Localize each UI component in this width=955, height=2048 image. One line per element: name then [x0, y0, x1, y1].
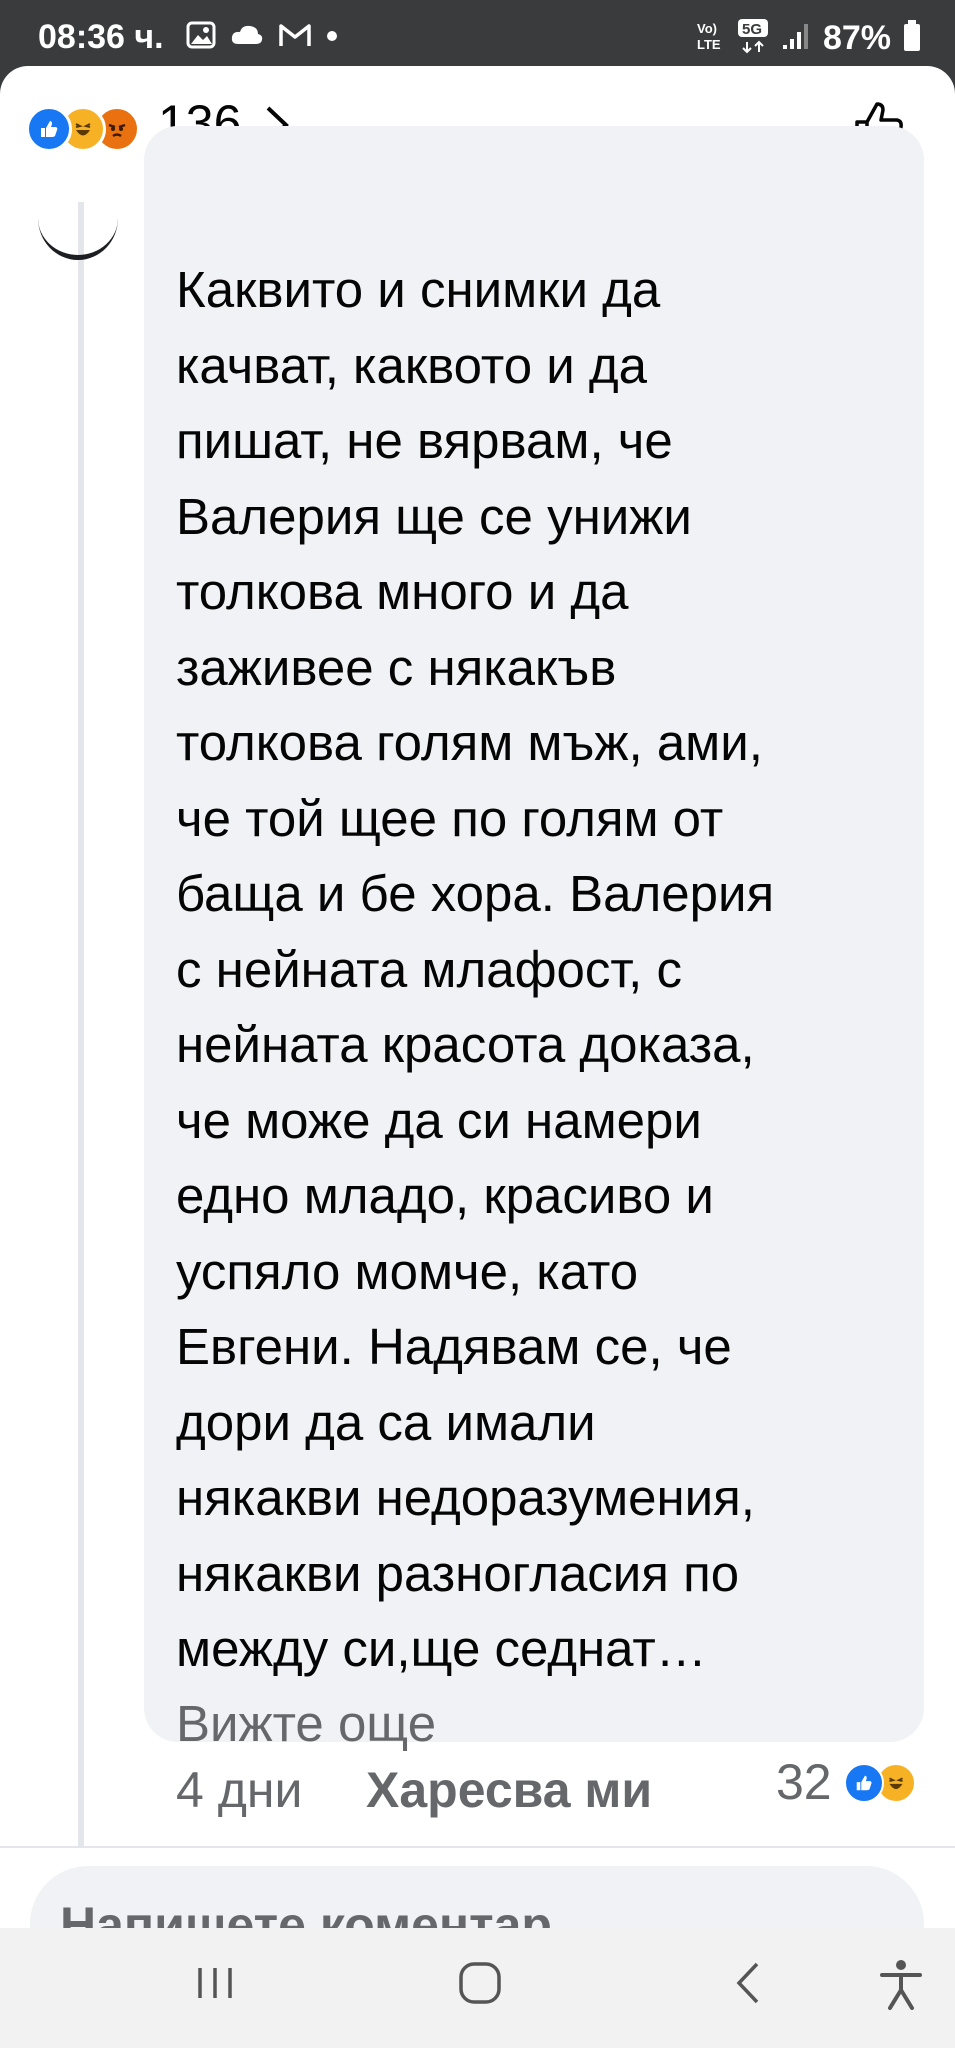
- comment-text: Каквито и снимки да качват, каквото и да…: [176, 261, 775, 1677]
- comment-bubble: Каквито и снимки да качват, каквото и да…: [144, 126, 924, 1752]
- comments-sheet: 136 Каквито и снимки да качват, каквото …: [0, 66, 955, 1928]
- signal-icon: [781, 21, 811, 56]
- battery-icon: [903, 20, 921, 57]
- status-icons-left: [186, 20, 338, 55]
- reaction-icons[interactable]: [26, 106, 140, 152]
- recent-apps-icon[interactable]: [190, 1958, 240, 2013]
- gmail-icon: [278, 21, 312, 54]
- status-icons-right: Vo) LTE 5G 87%: [695, 18, 921, 59]
- back-icon[interactable]: [725, 1958, 775, 2013]
- svg-text:5G: 5G: [742, 21, 762, 38]
- home-icon[interactable]: [455, 1958, 505, 2013]
- battery-percent: 87%: [822, 19, 891, 57]
- see-more-link[interactable]: Вижте още: [176, 1691, 894, 1757]
- image-icon: [186, 20, 216, 55]
- accessibility-icon[interactable]: [876, 1958, 926, 2017]
- like-button[interactable]: Харесва ми: [366, 1761, 652, 1819]
- like-reaction-icon: [26, 106, 72, 152]
- comment-input[interactable]: Напишете коментар...: [30, 1866, 924, 1928]
- svg-text:LTE: LTE: [697, 37, 721, 52]
- comment-composer: Напишете коментар...: [0, 1846, 955, 1928]
- 5g-icon: 5G: [737, 18, 769, 59]
- svg-text:Vo): Vo): [697, 21, 717, 36]
- comment-timestamp: 4 дни: [176, 1762, 303, 1818]
- volte-icon: Vo) LTE: [695, 19, 725, 58]
- comment-actions: 4 дни Харесва ми 32: [176, 1754, 936, 1831]
- status-time: 08:36 ч.: [38, 18, 164, 56]
- system-nav-bar: [0, 1928, 955, 2048]
- thread-line: [78, 202, 84, 1926]
- dot-icon: [326, 29, 338, 47]
- comment-reaction-icons[interactable]: [844, 1763, 916, 1803]
- like-reaction-icon: [844, 1763, 884, 1803]
- cloud-icon: [230, 22, 264, 53]
- comment-reaction-count[interactable]: 32: [776, 1753, 832, 1811]
- avatar[interactable]: [38, 176, 118, 260]
